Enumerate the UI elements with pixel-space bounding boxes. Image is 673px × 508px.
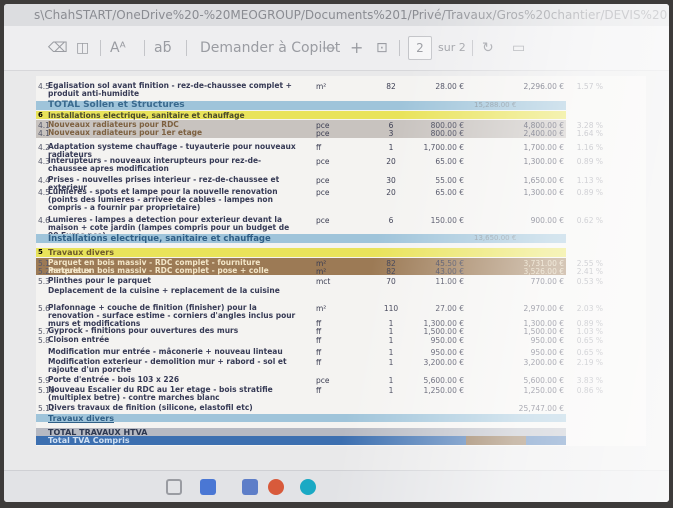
total-band: Installations electrique, sanitaire et c… xyxy=(36,234,566,244)
divider xyxy=(186,40,187,56)
grand-total-band: TOTAL TRAVAUX HTVA xyxy=(36,428,566,437)
address-bar[interactable]: s\ChahSTART/OneDrive%20-%20MEOGROUP/Docu… xyxy=(4,4,669,26)
divider xyxy=(472,40,473,56)
file-explorer-icon[interactable] xyxy=(166,479,182,495)
document-page: 4.5 Egalisation sol avant finition - rez-… xyxy=(36,76,646,446)
book-icon[interactable]: ▭ xyxy=(512,37,525,59)
app-icon[interactable] xyxy=(200,479,216,495)
zoom-out-button[interactable]: — xyxy=(322,37,336,59)
section-band: Installations electrique, sanitaire et c… xyxy=(36,111,566,120)
pdf-toolbar: ⌫ ◫ Aᴬ aƃ Demander à Copilot — + ⊡ 2 sur… xyxy=(4,26,669,71)
read-aloud-button[interactable]: aƃ xyxy=(154,37,171,59)
page-count: sur 2 xyxy=(438,41,466,54)
page-number-input[interactable]: 2 xyxy=(408,36,432,60)
divider xyxy=(100,40,101,56)
text-size-button[interactable]: Aᴬ xyxy=(110,37,126,59)
teams-icon[interactable] xyxy=(242,479,258,495)
edge-icon[interactable] xyxy=(300,479,316,495)
screen: s\ChahSTART/OneDrive%20-%20MEOGROUP/Docu… xyxy=(4,4,669,502)
eraser-icon[interactable]: ⌫ xyxy=(48,37,68,59)
rotate-icon[interactable]: ↻ xyxy=(482,37,494,59)
divider xyxy=(399,40,400,56)
section-number: 6 xyxy=(38,111,43,119)
section-number: 5 xyxy=(38,248,43,256)
zoom-in-button[interactable]: + xyxy=(350,37,363,59)
fit-page-icon[interactable]: ⊡ xyxy=(376,37,388,59)
tva-total-value xyxy=(466,436,526,445)
total-band: TOTAL Sollen et Structures 15,288.00 € xyxy=(36,100,566,110)
taskbar xyxy=(4,470,669,502)
copilot-button[interactable]: Demander à Copilot xyxy=(200,37,340,59)
view-icon[interactable]: ◫ xyxy=(76,37,89,59)
section-band: Travaux divers xyxy=(36,248,566,257)
notification-icon[interactable] xyxy=(268,479,284,495)
total-band: Travaux divers xyxy=(36,414,566,423)
divider xyxy=(144,40,145,56)
